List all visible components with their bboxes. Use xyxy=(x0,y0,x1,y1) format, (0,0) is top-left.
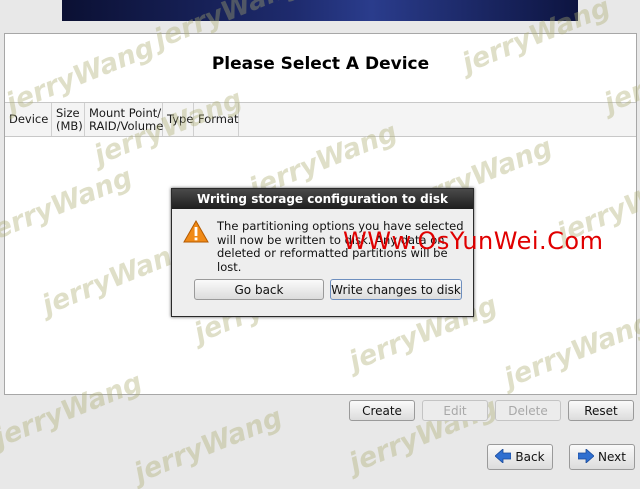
arrow-left-icon xyxy=(494,447,512,466)
warning-icon xyxy=(183,219,209,246)
device-table-header: Device Size (MB) Mount Point/ RAID/Volum… xyxy=(5,102,636,137)
page-title: Please Select A Device xyxy=(211,54,430,74)
arrow-right-icon xyxy=(577,447,595,466)
next-button-label: Next xyxy=(598,450,626,464)
reset-button[interactable]: Reset xyxy=(568,400,634,421)
dialog-title: Writing storage configuration to disk xyxy=(172,189,473,209)
column-format[interactable]: Format xyxy=(194,103,239,136)
back-button-label: Back xyxy=(515,450,545,464)
column-type[interactable]: Type xyxy=(163,103,194,136)
delete-button[interactable]: Delete xyxy=(495,400,561,421)
watermark: jerryWang xyxy=(129,401,287,489)
column-mount-point[interactable]: Mount Point/ RAID/Volume xyxy=(85,103,163,136)
go-back-button[interactable]: Go back xyxy=(194,279,324,300)
write-changes-button[interactable]: Write changes to disk xyxy=(330,279,462,300)
next-button[interactable]: Next xyxy=(569,444,635,470)
back-button[interactable]: Back xyxy=(487,444,553,470)
column-device-label: Device xyxy=(9,112,49,126)
column-device[interactable]: Device xyxy=(5,103,52,136)
edit-button[interactable]: Edit xyxy=(422,400,488,421)
create-button[interactable]: Create xyxy=(349,400,415,421)
column-format-label: Format xyxy=(198,112,239,126)
site-watermark: WWw.OsYunWei.Com xyxy=(343,227,604,255)
column-size-label-line1: Size xyxy=(56,105,80,120)
column-type-label: Type xyxy=(167,112,194,126)
column-mount-point-label-line1: Mount Point/ xyxy=(89,105,162,120)
column-mount-point-label-line2: RAID/Volume xyxy=(89,118,164,133)
column-size[interactable]: Size (MB) xyxy=(52,103,85,136)
column-size-label-line2: (MB) xyxy=(56,118,83,133)
top-banner xyxy=(62,0,578,21)
